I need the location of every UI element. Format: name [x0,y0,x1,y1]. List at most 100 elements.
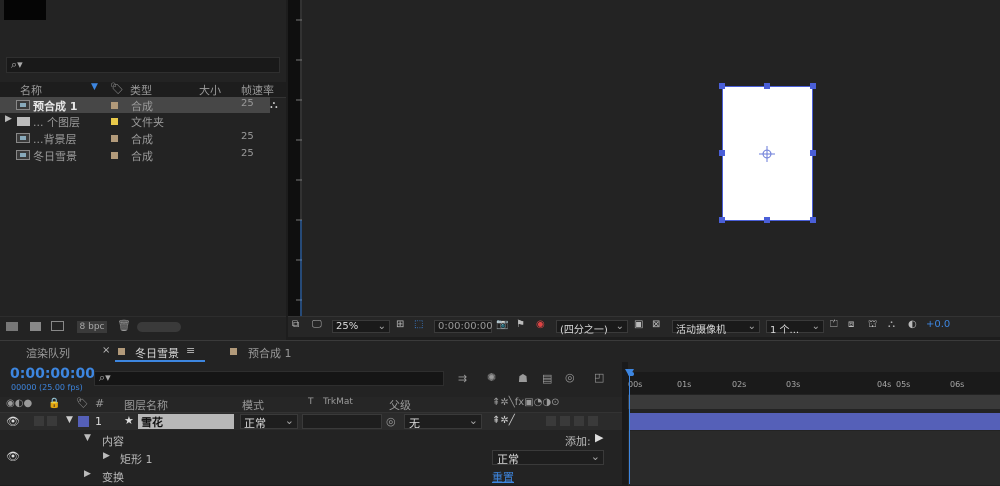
timeline-search-input[interactable]: ⌕▾ [94,371,444,386]
expand-triangle-icon[interactable]: ▶ [84,469,91,479]
viewer-timecode[interactable]: 0:00:00:00 [434,320,493,333]
reset-link[interactable]: 重置 [492,469,514,485]
fast-preview-icon[interactable]: ⏍ [830,319,838,330]
tab-precomp[interactable]: 预合成 1 [248,345,292,361]
lock-toggle[interactable] [47,416,57,426]
layer-duration-bar[interactable] [630,413,1000,430]
solo-toggle[interactable] [34,416,44,426]
project-item-label[interactable] [111,135,118,142]
rectangle-row[interactable]: 👁 ▶ 矩形 1 正常 ⌄ [0,449,622,467]
switch-box[interactable] [588,416,598,426]
column-name[interactable]: 名称 [20,82,42,98]
column-size[interactable]: 大小 [199,82,221,98]
column-mode[interactable]: 模式 [242,397,264,413]
rectangle-mode-dropdown[interactable]: 正常 ⌄ [492,450,604,466]
zoom-dropdown[interactable]: 25% ⌄ [332,320,390,333]
transform-handle[interactable] [810,217,816,223]
comp-mini-flowchart-icon[interactable]: ⇉ [458,372,467,385]
transparency-grid-icon[interactable]: ⊠ [652,319,660,330]
interpret-footage-icon[interactable] [6,322,18,331]
comp-flowchart-icon[interactable]: ⛫ [868,319,877,332]
anchor-point-icon[interactable] [759,146,775,162]
layer-switches[interactable]: ⇞✲╱ [492,415,515,426]
column-type[interactable]: 类型 [130,82,152,98]
contents-row[interactable]: ▼ 内容 添加: ▶ [0,431,622,449]
work-area-bar[interactable] [628,395,1000,409]
visibility-eye-icon[interactable]: 👁 [6,415,20,428]
column-t[interactable]: T [308,397,314,407]
motion-blur-icon[interactable]: ◎ [565,371,575,384]
channels-icon[interactable]: ◉ [536,319,545,330]
transform-handle[interactable] [719,83,725,89]
label-column-icon[interactable]: 🏷 [76,398,89,409]
transform-handle[interactable] [719,217,725,223]
panel-divider[interactable] [622,362,628,484]
frame-blending-icon[interactable]: ▤ [542,372,552,385]
sort-arrow-icon[interactable]: ▼ [91,82,98,92]
draft-3d-icon[interactable]: ✺ [487,371,496,384]
column-num[interactable]: # [95,397,104,410]
switch-box[interactable] [560,416,570,426]
layer-row[interactable]: 👁 ▼ 1 ★ 雪花 正常 ⌄ ◎ 无 ⌄ ⇞✲╱ [0,413,622,430]
timeline-icon[interactable]: ⧈ [848,319,854,330]
exposure-value[interactable]: +0.0 [926,319,950,330]
timeline-timecode[interactable]: 0:00:00:00 [10,366,95,382]
expand-triangle-icon[interactable]: ▶ [5,114,12,124]
add-menu-icon[interactable]: ▶ [595,431,603,444]
layer-label-swatch[interactable] [78,416,89,427]
graph-editor-icon[interactable]: ◰ [594,371,604,384]
shy-layers-icon[interactable]: ☗ [518,372,528,385]
new-comp-icon[interactable] [51,321,64,331]
resolution-dropdown[interactable]: (四分之一) ⌄ [556,320,628,336]
transform-row[interactable]: ▶ 变换 重置 [0,467,622,485]
region-icon[interactable]: ⬚ [414,319,423,330]
transform-handle[interactable] [764,83,770,89]
project-item[interactable]: ▶ ... 个图层 文件夹 [0,113,270,129]
tab-active-comp[interactable]: 冬日雪景 [135,345,179,361]
switch-box[interactable] [546,416,556,426]
camera-snapshot-icon[interactable]: 📷 [496,319,508,330]
show-snapshot-icon[interactable]: ⚑ [516,319,525,330]
exposure-icon[interactable]: ◐ [908,319,917,330]
transform-handle[interactable] [764,217,770,223]
project-item-label[interactable] [111,152,118,159]
camera-dropdown[interactable]: 活动摄像机 ⌄ [672,320,760,336]
flowchart-icon[interactable]: ⛬ [270,98,278,112]
thumbnail-scroll[interactable] [137,322,181,332]
project-item[interactable]: 预合成 1 合成 25 [0,97,270,113]
project-search-input[interactable]: ⌕▾ [6,57,280,73]
monitor-icon[interactable]: 🖵 [312,319,322,330]
tab-menu-icon[interactable]: ≡ [186,344,195,357]
new-folder-icon[interactable] [30,322,41,331]
av-features-icon[interactable]: ◉◐● [6,398,32,409]
parent-dropdown[interactable]: 无 ⌄ [404,414,482,430]
project-item-label[interactable] [111,102,118,109]
tab-close-icon[interactable]: × [102,345,110,356]
transform-handle[interactable] [719,150,725,156]
label-column-icon[interactable]: 🏷 [110,82,124,95]
trash-icon[interactable]: 🗑 [117,319,131,332]
project-item[interactable]: 冬日雪景 合成 25 [0,147,270,163]
bpc-button[interactable]: 8 bpc [77,321,107,333]
roi-icon[interactable]: ▣ [634,319,643,330]
flowchart-icon[interactable]: ⛬ [888,319,895,330]
viewer-options-icon[interactable]: ⧉ [292,319,299,330]
parent-pickwhip-icon[interactable]: ◎ [386,415,396,428]
visibility-eye-icon[interactable]: 👁 [6,450,20,463]
composition-viewer[interactable] [288,0,1000,316]
tab-render-queue[interactable]: 渲染队列 [26,345,70,361]
trkmat-dropdown[interactable] [302,414,382,429]
layer-mode-dropdown[interactable]: 正常 ⌄ [240,414,298,430]
views-dropdown[interactable]: 1 个... ⌄ [766,320,824,336]
switches-icons[interactable]: ⇞✲╲fx▣◔◑⊙ [492,397,560,408]
current-time-indicator[interactable] [629,370,630,484]
lock-icon[interactable]: 🔒 [48,398,60,409]
column-trkmat[interactable]: TrkMat [323,397,353,407]
expand-triangle-icon[interactable]: ▶ [103,451,110,461]
transform-handle[interactable] [810,83,816,89]
project-item[interactable]: ...背景层 合成 25 [0,130,270,146]
column-framerate[interactable]: 帧速率 [241,82,274,98]
project-item-label[interactable] [111,118,118,125]
column-layer-name[interactable]: 图层名称 [124,397,168,413]
layer-name-field[interactable]: 雪花 [138,414,234,429]
